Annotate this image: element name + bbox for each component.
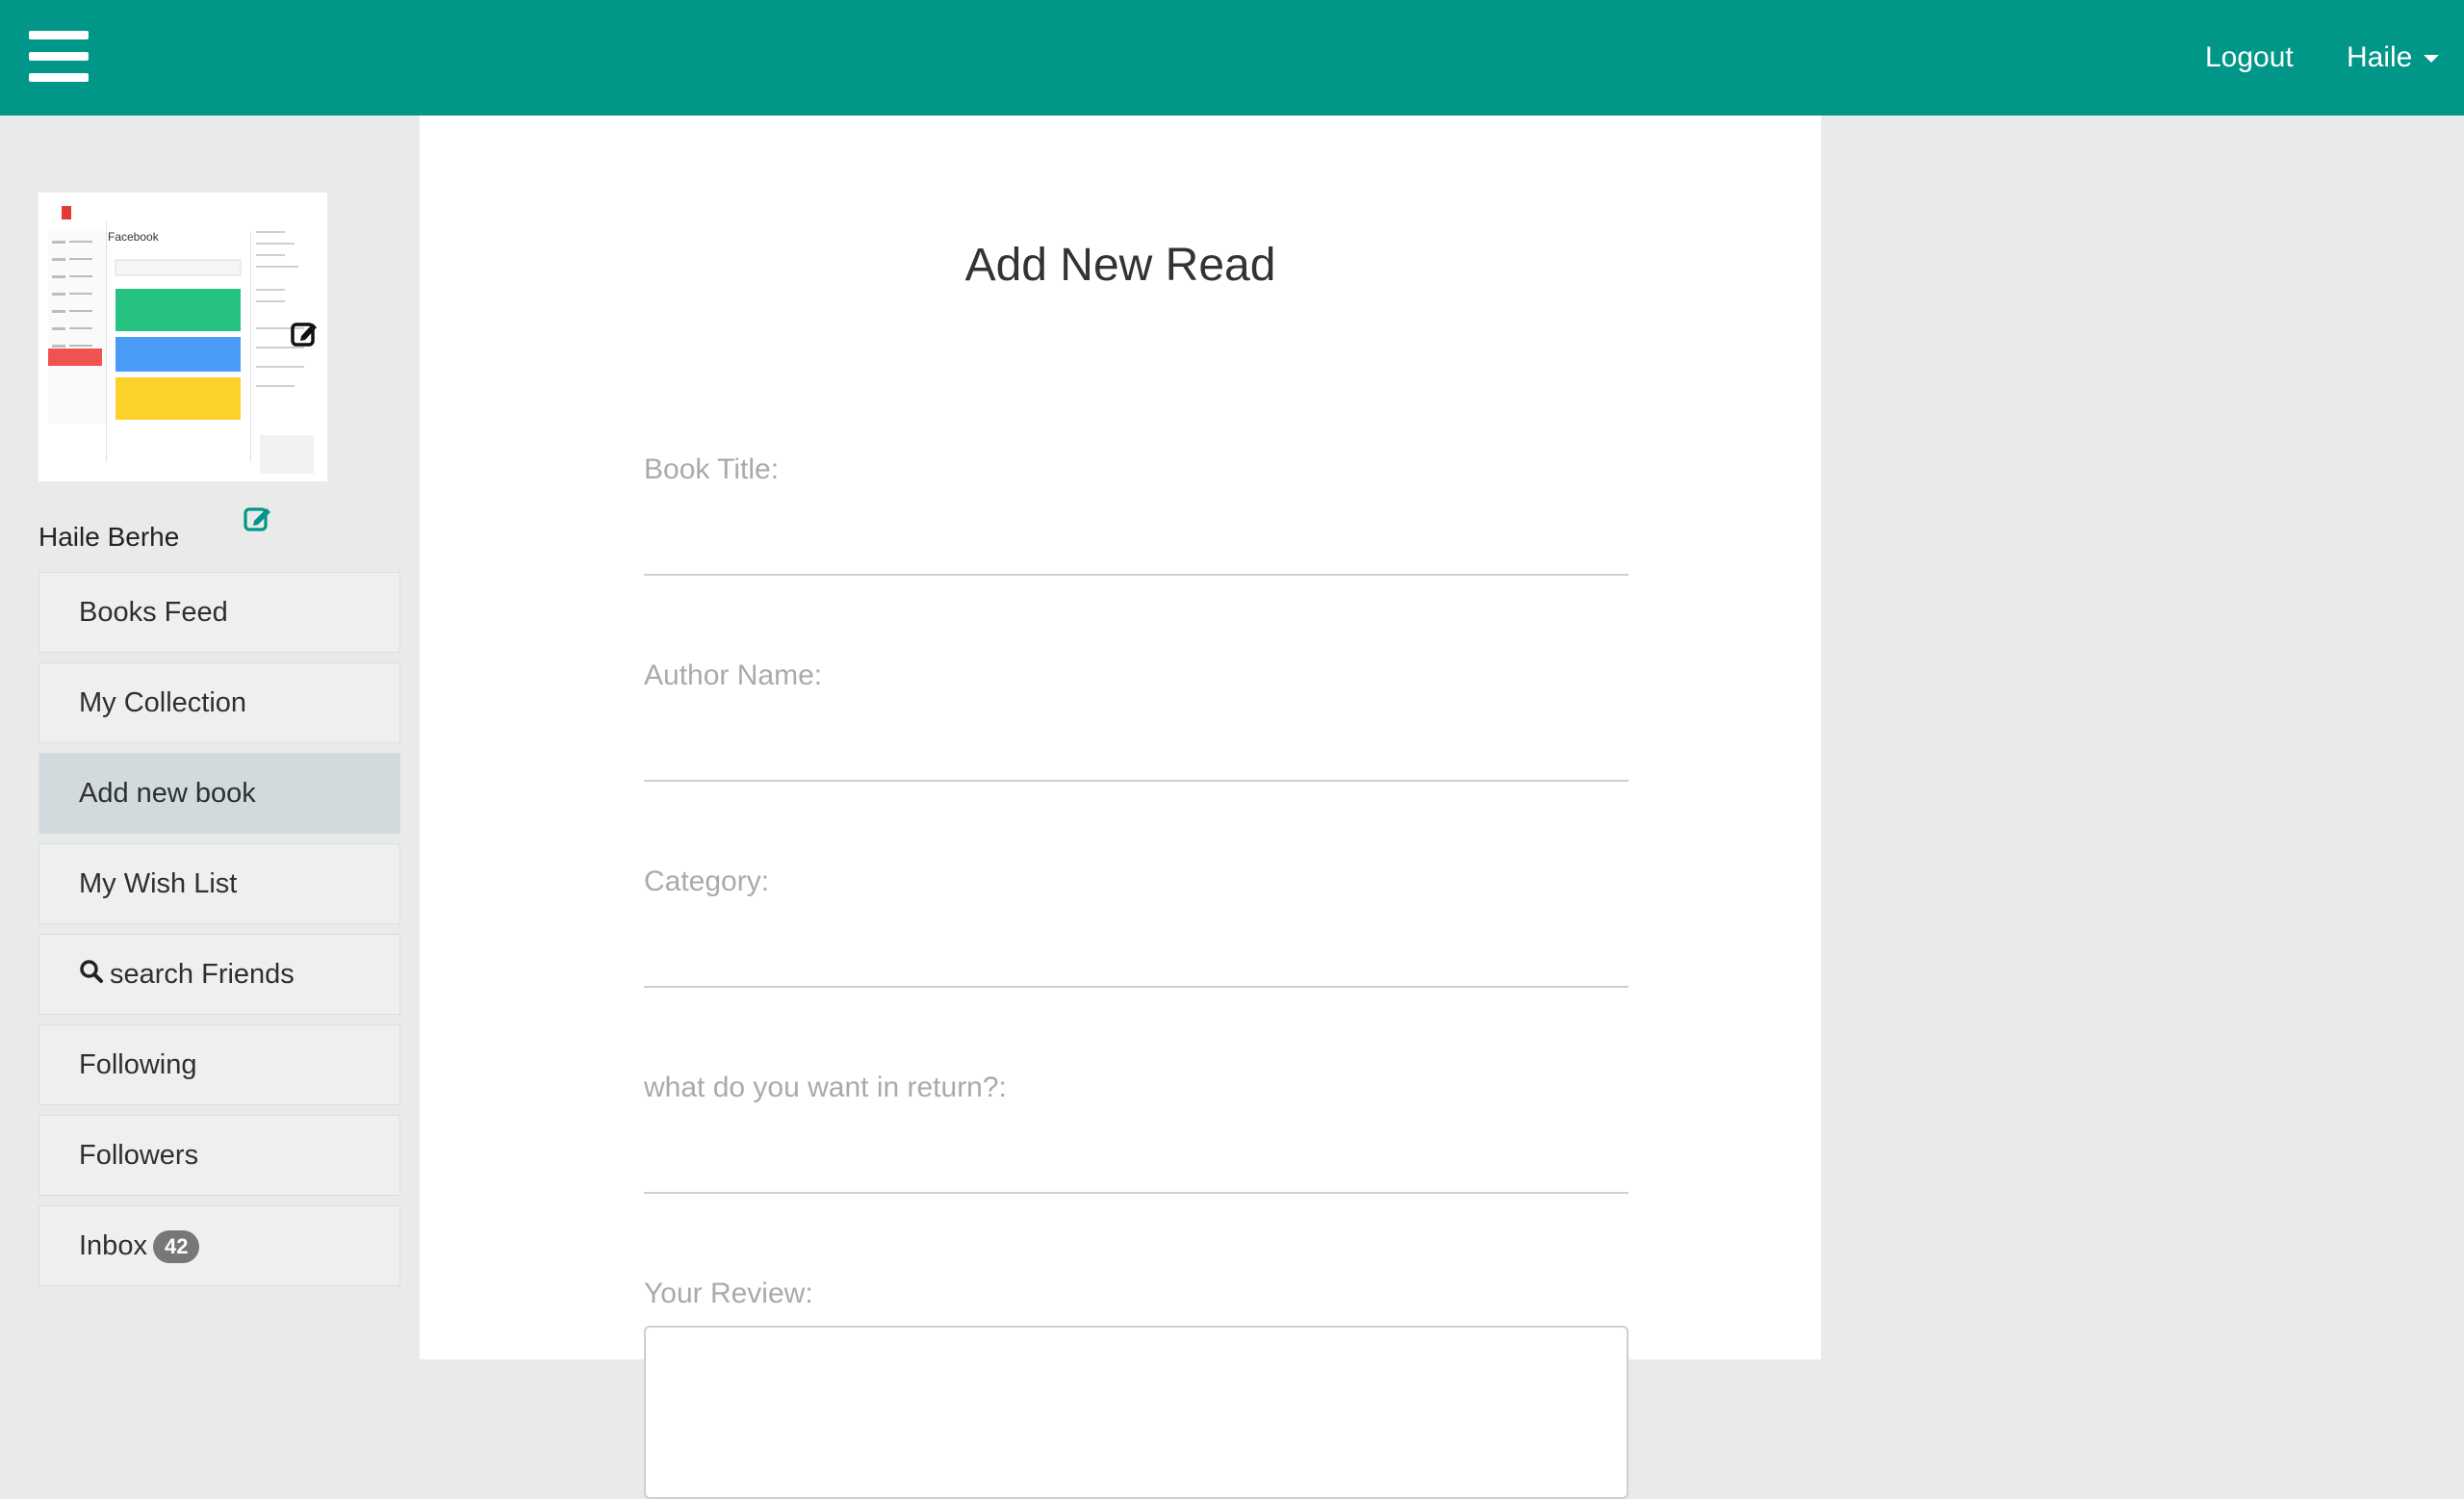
sidebar-item-label: Add new book [79,778,256,809]
book-title-label: Book Title: [644,453,780,485]
caret-down-icon [2424,55,2440,64]
sidebar-item-label: My Collection [79,687,247,718]
category-label: Category: [644,866,770,897]
hamburger-menu-icon[interactable] [29,29,89,83]
review-textarea[interactable] [644,1326,1629,1499]
search-icon [79,936,104,1015]
profile-picture[interactable]: Facebook [38,193,327,481]
review-label: Your Review: [644,1278,813,1309]
user-dropdown[interactable]: Haile [2347,35,2440,81]
sidebar-item-search-friends[interactable]: search Friends [38,934,400,1015]
sidebar-item-label: Books Feed [79,597,228,628]
page-title: Add New Read [964,240,1276,291]
sidebar-item-label: Followers [79,1140,199,1171]
sidebar-item-label: Following [79,1049,197,1080]
sidebar-item-label: My Wish List [79,868,238,899]
sidebar-item-following[interactable]: Following [38,1024,400,1105]
sidebar-item-add-new-book[interactable]: Add new book [38,753,400,834]
author-name-input[interactable] [644,730,1629,782]
logout-link[interactable]: Logout [2205,35,2294,81]
sidebar-item-my-collection[interactable]: My Collection [38,662,400,743]
main-content: Add New Read Book Title: Author Name: Ca… [420,116,1821,1499]
return-wish-input[interactable] [644,1142,1629,1194]
inbox-count-badge: 42 [152,1230,200,1264]
author-name-label: Author Name: [644,659,823,691]
sidebar-item-my-wish-list[interactable]: My Wish List [38,843,400,924]
category-input[interactable] [644,936,1629,988]
top-navbar: Logout Haile [0,0,2464,116]
edit-icon[interactable] [243,503,273,533]
sidebar-item-label: search Friends [110,959,295,990]
return-wish-label: what do you want in return?: [644,1072,1007,1103]
right-empty-area [1821,116,2464,1359]
thumbnail-heading: Facebook [108,230,160,244]
sidebar-menu: Books Feed My Collection Add new book My… [38,572,400,1296]
sidebar-item-label: Inbox [79,1230,147,1261]
book-title-input[interactable] [644,524,1629,576]
sidebar-item-followers[interactable]: Followers [38,1115,400,1196]
sidebar: Facebook Haile Berhe Books Feed My Colle… [0,116,420,1359]
user-dropdown-label: Haile [2347,41,2413,73]
profile-name: Haile Berhe [38,522,180,552]
picture-edit-icon[interactable] [290,319,319,348]
sidebar-item-books-feed[interactable]: Books Feed [38,572,400,653]
profile-picture-image: Facebook [38,193,327,481]
sidebar-item-inbox[interactable]: Inbox 42 [38,1205,400,1286]
